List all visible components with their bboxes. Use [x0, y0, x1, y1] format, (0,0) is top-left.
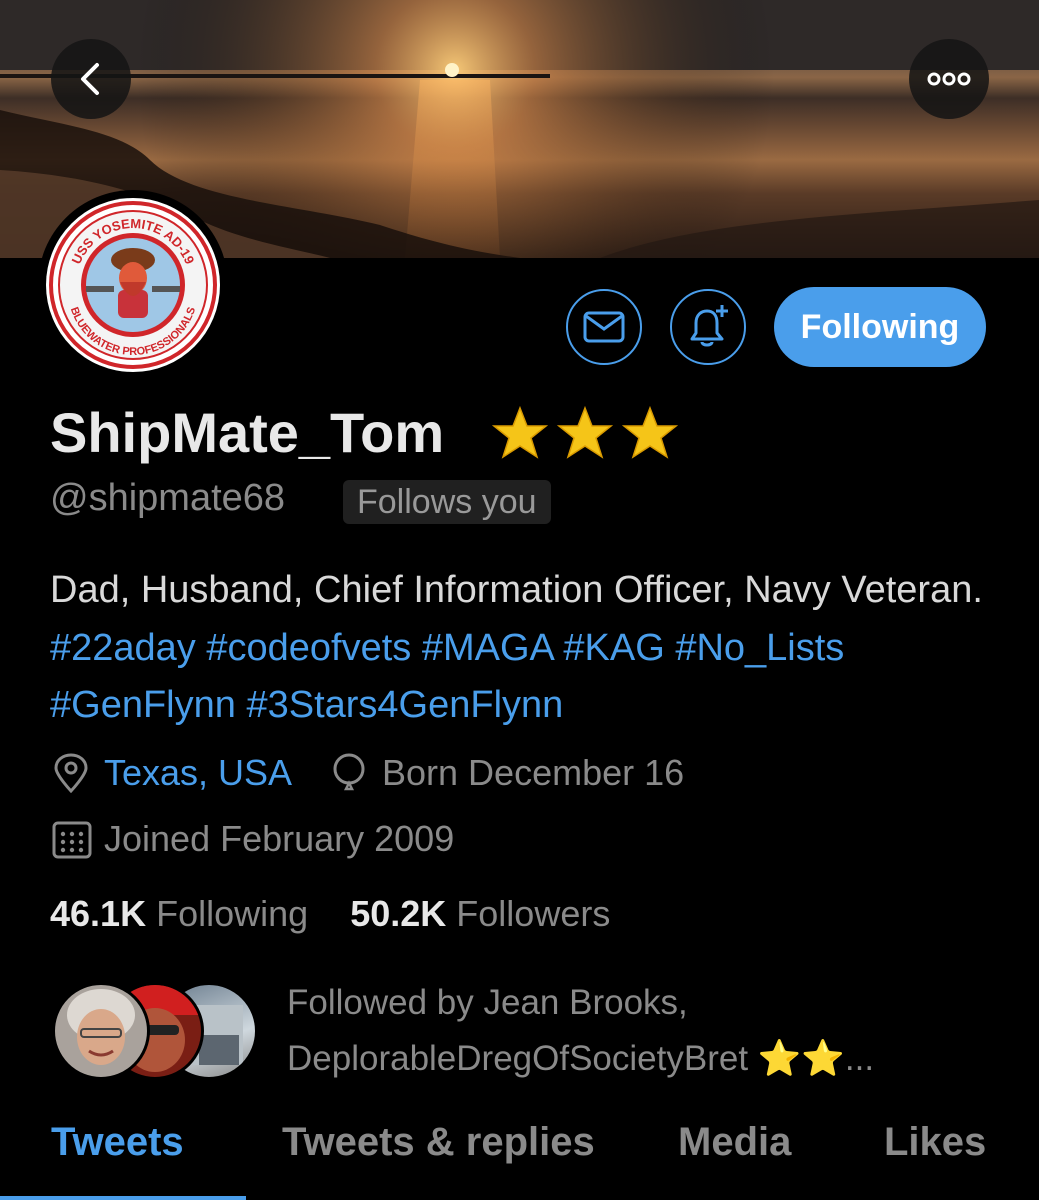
envelope-icon: [583, 311, 625, 343]
following-button[interactable]: Following: [774, 287, 986, 367]
follower-avatar-1[interactable]: [52, 982, 150, 1080]
followers-stat[interactable]: 50.2K Followers: [350, 893, 610, 934]
following-label: Following: [156, 893, 309, 934]
follower-photo-image: [67, 989, 135, 1065]
hashtag-link[interactable]: #No_Lists: [675, 627, 844, 669]
followers-label: Followers: [456, 893, 611, 934]
location-link[interactable]: Texas, USA: [104, 752, 292, 794]
avatar[interactable]: USS YOSEMITE AD-19 BLUEWATER PROFESSIONA…: [46, 198, 220, 372]
back-button[interactable]: [51, 39, 131, 119]
hashtag-link[interactable]: #GenFlynn: [50, 684, 236, 726]
hashtag-link[interactable]: #22aday: [50, 627, 196, 669]
followed-by-line-1: Followed by Jean Brooks,: [287, 983, 688, 1022]
tab-likes[interactable]: Likes: [884, 1120, 986, 1165]
tab-tweets[interactable]: Tweets: [51, 1120, 184, 1165]
navy-patch-avatar-image: USS YOSEMITE AD-19 BLUEWATER PROFESSIONA…: [47, 199, 219, 371]
notifications-button[interactable]: [670, 289, 746, 365]
star-badges-icon: [491, 405, 679, 459]
location-pin-icon: [54, 753, 88, 793]
follow-stats: 46.1K Following 50.2K Followers: [50, 893, 610, 935]
birthday-row: Born December 16: [330, 752, 684, 794]
tab-tweets-and-replies[interactable]: Tweets & replies: [282, 1120, 595, 1165]
birthday-text: Born December 16: [382, 752, 685, 793]
avatar-frame: USS YOSEMITE AD-19 BLUEWATER PROFESSIONA…: [38, 190, 228, 380]
bell-plus-icon: [690, 305, 728, 347]
ellipsis-icon: [927, 72, 971, 86]
active-tab-indicator: [0, 1196, 246, 1200]
more-options-button[interactable]: [909, 39, 989, 119]
followed-by-line-2: DeplorableDregOfSocietyBret ⭐⭐...: [287, 1039, 875, 1078]
following-count: 46.1K: [50, 893, 147, 934]
location-row: Texas, USA: [52, 752, 292, 794]
name-badges: [490, 404, 680, 464]
message-button[interactable]: [566, 289, 642, 365]
tab-media[interactable]: Media: [678, 1120, 791, 1165]
chevron-left-icon: [81, 63, 99, 95]
profile-name: ShipMate_Tom: [50, 401, 445, 464]
followed-by-text[interactable]: Followed by Jean Brooks, DeplorableDregO…: [287, 975, 987, 1087]
profile-handle: @shipmate68: [50, 477, 286, 519]
hashtag-link[interactable]: #3Stars4GenFlynn: [246, 684, 563, 726]
joined-row: Joined February 2009: [52, 818, 454, 860]
bio-text: Dad, Husband, Chief Information Officer,…: [50, 569, 983, 611]
profile-bio: Dad, Husband, Chief Information Officer,…: [50, 562, 1010, 735]
hashtag-link[interactable]: #MAGA: [422, 627, 553, 669]
balloon-icon: [333, 753, 365, 791]
hashtag-link[interactable]: #KAG: [563, 627, 664, 669]
calendar-icon: [52, 821, 92, 859]
following-stat[interactable]: 46.1K Following: [50, 893, 308, 934]
followers-count: 50.2K: [350, 893, 447, 934]
profile-tabs: Tweets Tweets & replies Media Likes: [0, 1120, 1039, 1200]
hashtag-link[interactable]: #codeofvets: [206, 627, 411, 669]
follows-you-badge: Follows you: [343, 480, 551, 524]
joined-text: Joined February 2009: [104, 818, 455, 859]
